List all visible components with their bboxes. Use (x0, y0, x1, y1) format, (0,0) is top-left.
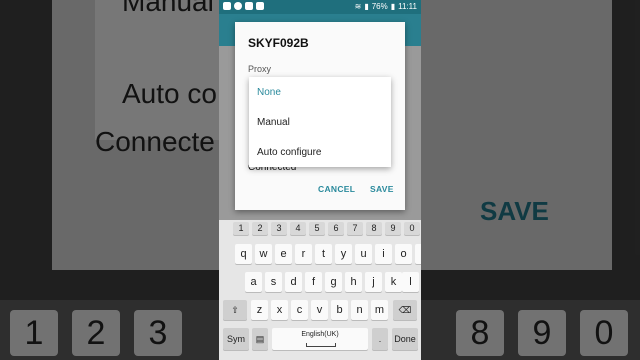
check-icon (245, 2, 253, 10)
dropdown-option-manual[interactable]: Manual (257, 117, 290, 128)
key-n[interactable]: n (351, 300, 368, 320)
battery-icon: ▮ (390, 2, 396, 11)
space-key[interactable]: English(UK) (272, 328, 368, 350)
key-8[interactable]: 8 (366, 222, 382, 235)
video-icon (223, 2, 231, 10)
key-y[interactable]: y (335, 244, 352, 264)
signal-icon: ▮ (364, 2, 369, 11)
key-p[interactable]: p (415, 244, 421, 264)
key-m[interactable]: m (371, 300, 388, 320)
phone-icon (234, 2, 242, 10)
key-0[interactable]: 0 (404, 222, 420, 235)
key-b[interactable]: b (331, 300, 348, 320)
key-6[interactable]: 6 (328, 222, 344, 235)
key-z[interactable]: z (251, 300, 268, 320)
dropdown-option-none[interactable]: None (257, 87, 281, 98)
save-button[interactable]: SAVE (370, 184, 394, 194)
key-j[interactable]: j (365, 272, 382, 292)
clock: 11:11 (398, 2, 417, 11)
key-h[interactable]: h (345, 272, 362, 292)
proxy-label: Proxy (248, 64, 272, 74)
space-bar-icon (306, 343, 336, 347)
key-g[interactable]: g (325, 272, 342, 292)
key-f[interactable]: f (305, 272, 322, 292)
dialog-title: SKYF092B (248, 36, 309, 50)
key-s[interactable]: s (265, 272, 282, 292)
key-e[interactable]: e (275, 244, 292, 264)
keyboard: 1 2 3 4 5 6 7 8 9 0 q w e r t y u i o p … (219, 220, 421, 360)
key-t[interactable]: t (315, 244, 332, 264)
key-u[interactable]: u (355, 244, 372, 264)
clipboard-icon[interactable]: ▤ (252, 328, 268, 350)
space-key-label: English(UK) (301, 331, 339, 338)
key-d[interactable]: d (285, 272, 302, 292)
proxy-dropdown: None Manual Auto configure (249, 77, 391, 167)
key-3[interactable]: 3 (271, 222, 287, 235)
key-v[interactable]: v (311, 300, 328, 320)
key-x[interactable]: x (271, 300, 288, 320)
phone-screen: ≋ ▮ 76% ▮ 11:11 SKYF092B Proxy Connected… (219, 0, 421, 360)
key-1[interactable]: 1 (233, 222, 249, 235)
key-i[interactable]: i (375, 244, 392, 264)
cancel-button[interactable]: CANCEL (318, 184, 355, 194)
dropdown-option-auto-configure[interactable]: Auto configure (257, 147, 322, 158)
status-bar: ≋ ▮ 76% ▮ 11:11 (219, 0, 421, 14)
key-2[interactable]: 2 (252, 222, 268, 235)
key-q[interactable]: q (235, 244, 252, 264)
shield-icon (256, 2, 264, 10)
key-5[interactable]: 5 (309, 222, 325, 235)
period-key[interactable]: . (372, 328, 388, 350)
key-r[interactable]: r (295, 244, 312, 264)
battery-percent: 76% (371, 2, 388, 11)
key-a[interactable]: a (245, 272, 262, 292)
key-o[interactable]: o (395, 244, 412, 264)
key-7[interactable]: 7 (347, 222, 363, 235)
key-w[interactable]: w (255, 244, 272, 264)
wifi-icon: ≋ (354, 2, 362, 11)
key-9[interactable]: 9 (385, 222, 401, 235)
key-k[interactable]: k (385, 272, 402, 292)
shift-key[interactable]: ⇧ (223, 300, 247, 320)
key-l[interactable]: l (402, 272, 419, 292)
key-4[interactable]: 4 (290, 222, 306, 235)
sym-key[interactable]: Sym (223, 328, 249, 350)
backspace-key[interactable]: ⌫ (393, 300, 417, 320)
done-key[interactable]: Done (392, 328, 418, 350)
key-c[interactable]: c (291, 300, 308, 320)
